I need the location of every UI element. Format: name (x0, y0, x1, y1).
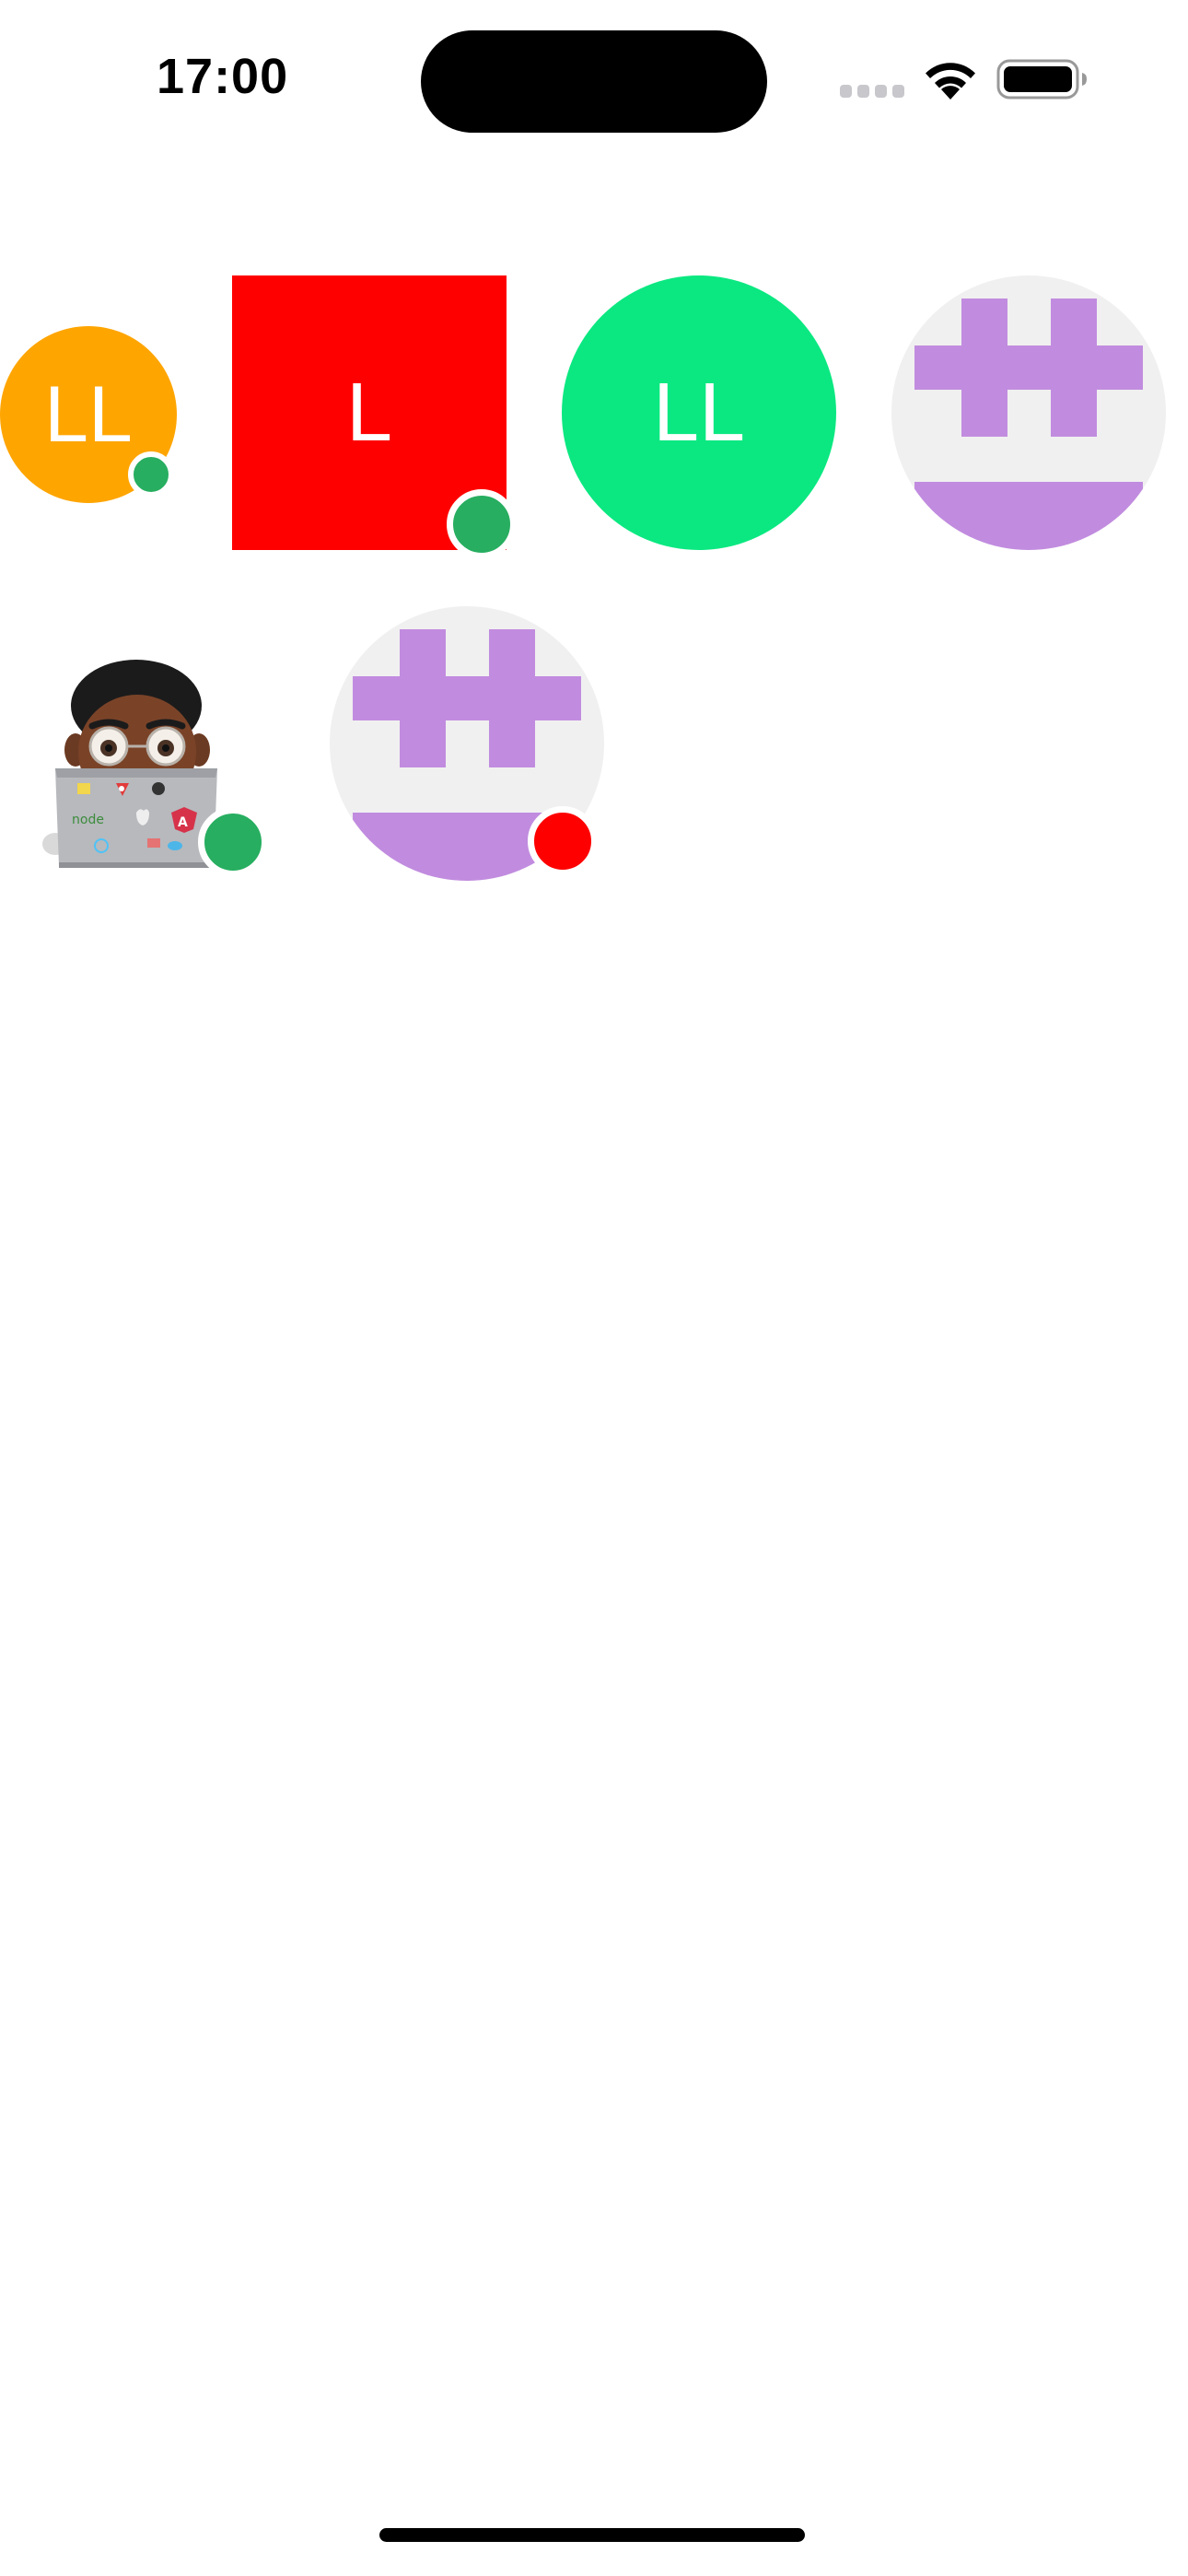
avatar-memoji[interactable]: node A (37, 649, 268, 877)
avatar-initials: L (345, 367, 393, 459)
battery-icon (996, 59, 1089, 100)
avatar-initials: LL (44, 370, 133, 459)
avatar-initials-ll-orange[interactable]: LL (0, 326, 177, 503)
avatar-initials-l-red[interactable]: L (232, 275, 517, 559)
cellular-signal-icon (840, 85, 906, 98)
avatar-initials-ll-green[interactable]: LL (562, 275, 836, 550)
busy-status-badge (528, 806, 598, 876)
identicon-icon (891, 275, 1166, 550)
online-status-badge (198, 807, 268, 877)
status-time: 17:00 (157, 49, 289, 104)
avatar-identicon[interactable] (891, 275, 1166, 550)
svg-text:A: A (178, 815, 188, 830)
avatar-identicon[interactable] (330, 606, 604, 881)
avatar-initials: LL (652, 367, 746, 459)
online-status-badge (447, 489, 517, 559)
avatar-circle: LL (562, 275, 836, 550)
identicon-image (891, 275, 1166, 550)
wifi-icon (921, 59, 980, 101)
dynamic-island (421, 30, 767, 133)
svg-text:node: node (72, 813, 104, 827)
online-status-badge (128, 451, 174, 498)
home-indicator[interactable] (379, 2528, 805, 2542)
